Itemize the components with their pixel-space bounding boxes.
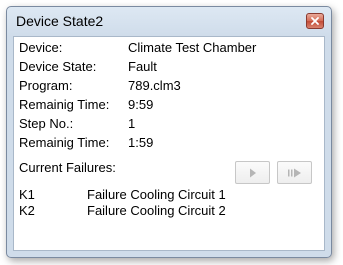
next-step-icon bbox=[287, 168, 301, 177]
device-value: Climate Test Chamber bbox=[128, 40, 257, 55]
device-label: Device: bbox=[19, 40, 63, 55]
title-bar[interactable]: Device State2 bbox=[7, 7, 331, 35]
close-icon bbox=[311, 17, 319, 25]
step-no-label: Step No.: bbox=[19, 116, 74, 131]
close-button[interactable] bbox=[306, 13, 324, 29]
program-value: 789.clm3 bbox=[128, 78, 181, 93]
next-step-button[interactable] bbox=[277, 161, 312, 184]
remaining-time-label: Remainig Time: bbox=[19, 97, 110, 112]
step-remaining-time-label: Remainig Time: bbox=[19, 135, 110, 150]
failure-code: K2 bbox=[19, 203, 35, 218]
current-failures-header: Current Failures: bbox=[19, 160, 116, 175]
device-state-value: Fault bbox=[128, 59, 157, 74]
remaining-time-value: 9:59 bbox=[128, 97, 154, 112]
step-remaining-time-value: 1:59 bbox=[128, 135, 154, 150]
failure-code: K1 bbox=[19, 187, 35, 202]
failure-description: Failure Cooling Circuit 1 bbox=[87, 187, 226, 202]
device-state-label: Device State: bbox=[19, 59, 97, 74]
failure-description: Failure Cooling Circuit 2 bbox=[87, 203, 226, 218]
step-no-value: 1 bbox=[128, 116, 136, 131]
device-state-window: Device State2 Device: Climate Test Chamb… bbox=[6, 6, 332, 258]
play-icon bbox=[249, 168, 256, 177]
device-info-panel: Device: Climate Test Chamber Device Stat… bbox=[13, 36, 325, 251]
program-label: Program: bbox=[19, 78, 73, 93]
play-button[interactable] bbox=[235, 161, 270, 184]
window-title: Device State2 bbox=[16, 13, 104, 29]
